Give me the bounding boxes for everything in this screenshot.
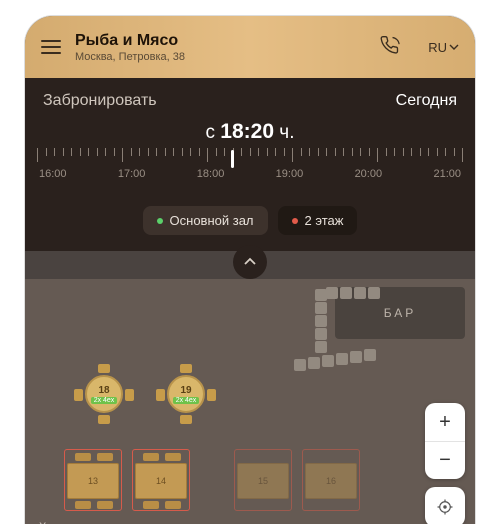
phone-icon[interactable] [380,35,400,60]
floor-plan[interactable]: БАР 182x 4ex 192x 4ex 13 14 15 16 Хостес [25,279,475,524]
bar-seat [368,287,380,299]
bar-seat [326,287,338,299]
chevron-down-icon [449,42,459,52]
chevron-up-icon [242,254,258,270]
hour-label: 20:00 [355,168,383,180]
hour-label: 16:00 [39,168,67,180]
zoom-out-button[interactable]: − [425,441,465,479]
bar-seat [350,351,362,363]
zoom-in-button[interactable]: + [425,403,465,441]
crosshair-icon [436,498,454,516]
table-19[interactable]: 192x 4ex [163,371,209,417]
bar-seat [315,328,327,340]
status-dot-red [292,218,298,224]
bar-seat [315,341,327,353]
zone-floor2[interactable]: 2 этаж [278,206,358,235]
restaurant-name: Рыба и Мясо [75,32,366,50]
bar-seat [315,315,327,327]
bar-seat [354,287,366,299]
bar-seat [315,289,327,301]
hour-label: 17:00 [118,168,146,180]
zone-label: Основной зал [170,213,254,228]
table-13[interactable]: 13 [67,463,119,499]
collapse-panel-button[interactable] [233,245,267,279]
zone-tabs: Основной зал 2 этаж [43,206,457,235]
time-ruler[interactable]: 16:00 17:00 18:00 19:00 20:00 21:00 [37,148,463,192]
status-dot-green [157,218,163,224]
bar-seat [308,357,320,369]
title-block: Рыба и Мясо Москва, Петровка, 38 [75,32,366,63]
hour-label: 19:00 [276,168,304,180]
bar-seat [294,359,306,371]
bar-seat [340,287,352,299]
language-selector[interactable]: RU [428,40,459,55]
bar-seat [336,353,348,365]
day-selector[interactable]: Сегодня [396,92,457,110]
hour-label: 21:00 [433,168,461,180]
table-14[interactable]: 14 [135,463,187,499]
booking-panel: Забронировать Сегодня с 18:20 ч. 16:00 17… [25,78,475,251]
selected-time: с 18:20 ч. [43,120,457,144]
bar-seat [315,302,327,314]
time-marker[interactable] [231,150,234,168]
recenter-button[interactable] [425,487,465,524]
table-16[interactable]: 16 [305,463,357,499]
menu-icon[interactable] [41,40,61,54]
restaurant-address: Москва, Петровка, 38 [75,51,366,63]
booking-title: Забронировать [43,92,157,110]
hour-label: 18:00 [197,168,225,180]
table-15[interactable]: 15 [237,463,289,499]
zone-label: 2 этаж [305,213,344,228]
zoom-controls: + − [425,403,465,524]
table-18[interactable]: 182x 4ex [81,371,127,417]
language-code: RU [428,40,447,55]
app-window: Рыба и Мясо Москва, Петровка, 38 RU Забр… [25,16,475,524]
bar-seat [322,355,334,367]
zone-main[interactable]: Основной зал [143,206,268,235]
bar-seat [364,349,376,361]
app-header: Рыба и Мясо Москва, Петровка, 38 RU [25,16,475,78]
